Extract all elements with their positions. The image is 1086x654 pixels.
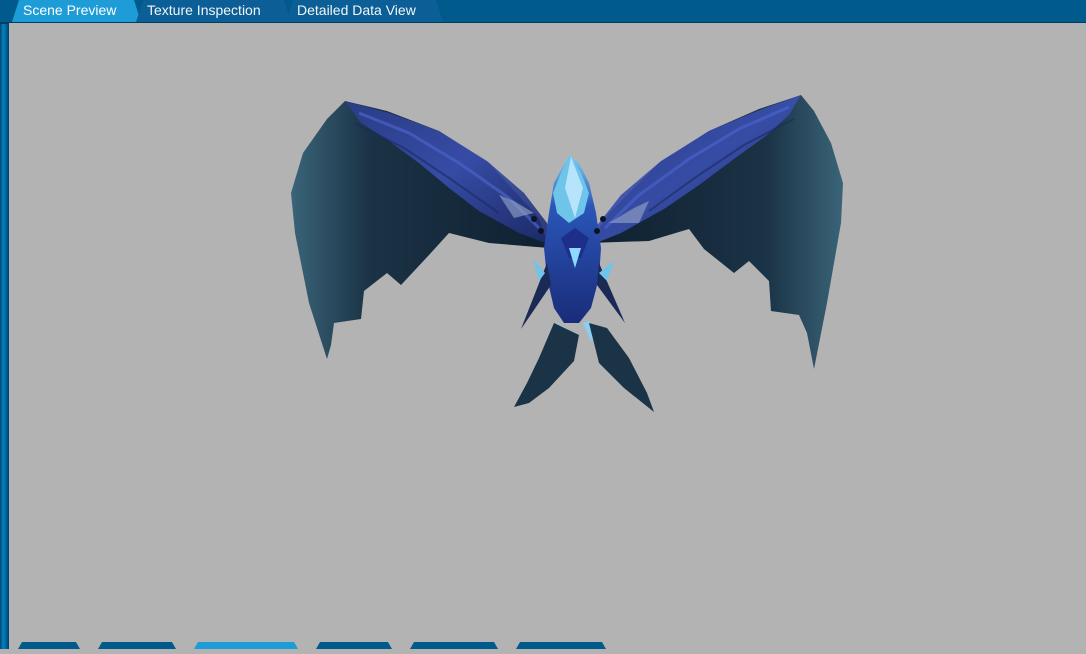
tab-strip: Scene Preview Texture Inspection Detaile…: [12, 0, 438, 22]
tab-texture-inspection[interactable]: Texture Inspection: [136, 0, 291, 22]
bottom-tab-5[interactable]: [410, 642, 498, 649]
bottom-tab-3[interactable]: [194, 642, 298, 649]
tab-label: Detailed Data View: [297, 2, 416, 18]
tab-detailed-data-view[interactable]: Detailed Data View: [286, 0, 443, 22]
scene-viewport[interactable]: [9, 23, 1086, 649]
tab-bar: Scene Preview Texture Inspection Detaile…: [0, 0, 1086, 23]
tab-scene-preview[interactable]: Scene Preview: [12, 0, 141, 22]
model-render: [291, 95, 843, 412]
tab-label: Scene Preview: [23, 2, 117, 18]
bottom-tab-1[interactable]: [18, 642, 80, 649]
bottom-tab-4[interactable]: [316, 642, 392, 649]
left-panel-edge: [0, 0, 9, 649]
bottom-tab-strip: [18, 642, 638, 649]
tail-left: [514, 323, 579, 407]
bottom-tab-2[interactable]: [98, 642, 176, 649]
tail-right: [589, 323, 654, 412]
bottom-tab-6[interactable]: [516, 642, 606, 649]
tab-label: Texture Inspection: [147, 2, 261, 18]
